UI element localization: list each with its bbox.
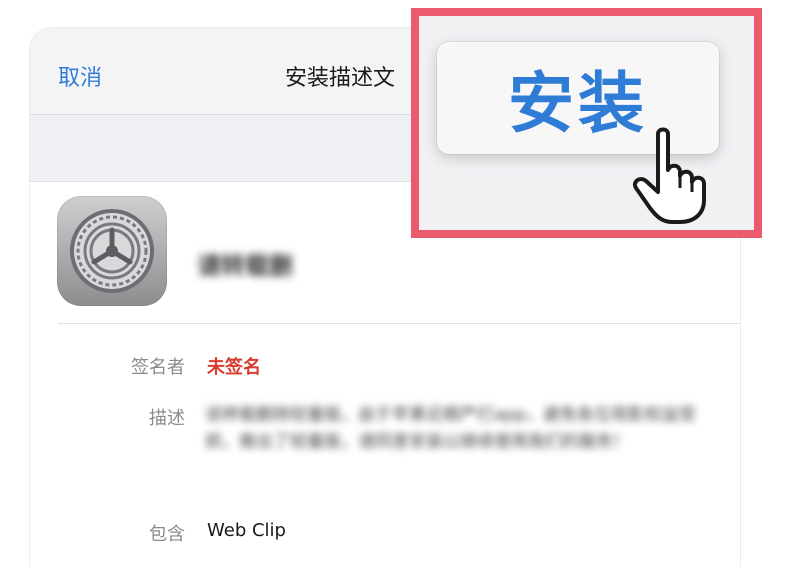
profile-name: 请转载删 bbox=[197, 252, 293, 280]
divider bbox=[58, 323, 740, 324]
cancel-button[interactable]: 取消 bbox=[58, 60, 102, 92]
description-value: 该转载删除轻量版，由于苹果近期严打app，避免各位观影权益受损，推出了轻量版，请… bbox=[205, 405, 696, 452]
contains-value: Web Clip bbox=[207, 520, 286, 541]
signer-value: 未签名 bbox=[207, 357, 261, 378]
page-title: 安装描述文 bbox=[285, 66, 396, 91]
description-label: 描述 bbox=[149, 408, 185, 429]
signer-label: 签名者 bbox=[131, 357, 185, 378]
contains-label: 包含 bbox=[149, 524, 185, 545]
install-highlight-box: 安装 bbox=[411, 8, 762, 238]
hand-pointer-icon bbox=[633, 127, 706, 224]
settings-gear-icon bbox=[57, 196, 167, 306]
